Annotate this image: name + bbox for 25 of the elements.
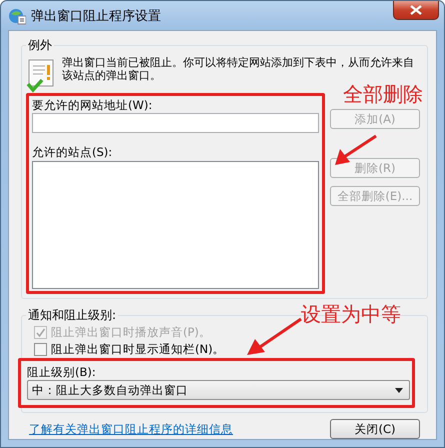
close-button[interactable] [393, 1, 439, 20]
address-field[interactable] [32, 113, 319, 133]
annotation-arrow [245, 317, 303, 357]
dropdown-label: 阻止级别(B): [27, 365, 97, 379]
browser-icon [8, 6, 26, 24]
checkbox-label: 阻止弹出窗口时播放声音(P)。 [51, 325, 211, 340]
window-title: 弹出窗口阻止程序设置 [31, 8, 161, 24]
level-dropdown[interactable]: 中：阻止大多数自动弹出窗口 [27, 380, 410, 400]
field-label: 要允许的网站地址(W): [32, 98, 154, 112]
checkmark-icon [35, 327, 46, 338]
group-label: 例外 [27, 37, 53, 54]
warning-page-icon [26, 58, 56, 94]
info-text: 弹出窗口当前已被阻止。你可以将特定网站添加到下表中，从而允许来自该站点的弹出窗口。 [62, 56, 415, 82]
close-dialog-button[interactable]: 关闭(C) [330, 419, 420, 439]
sites-list[interactable] [32, 161, 319, 289]
group-label: 通知和阻止级别: [27, 307, 118, 324]
list-label: 允许的站点(S): [32, 145, 114, 159]
close-icon [410, 5, 422, 15]
dropdown-arrow-icon [395, 388, 403, 392]
dropdown-value: 中：阻止大多数自动弹出窗口 [32, 382, 188, 398]
checkbox[interactable] [34, 343, 47, 356]
annotation-text: 设置为中等 [301, 301, 401, 328]
help-link[interactable]: 了解有关弹出窗口阻止程序的详细信息 [29, 422, 233, 436]
annotation-text: 全部删除 [343, 81, 423, 108]
checkbox-label: 阻止弹出窗口时显示通知栏(N)。 [51, 342, 225, 357]
